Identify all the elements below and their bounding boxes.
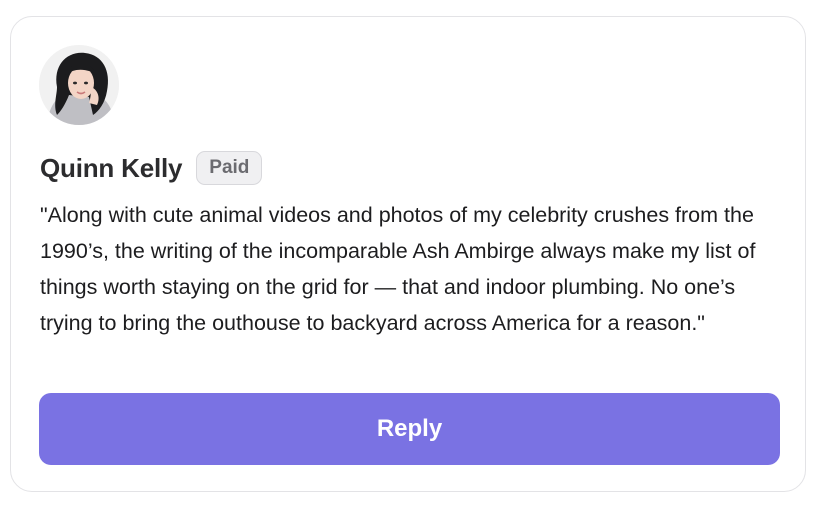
paid-badge: Paid bbox=[196, 151, 263, 185]
author-row: Quinn Kelly Paid bbox=[40, 148, 263, 188]
review-card: Quinn Kelly Paid "Along with cute animal… bbox=[10, 16, 806, 492]
reply-button[interactable]: Reply bbox=[39, 393, 780, 465]
author-name: Quinn Kelly bbox=[40, 152, 183, 183]
review-quote: "Along with cute animal videos and photo… bbox=[40, 203, 756, 335]
avatar-photo bbox=[39, 45, 119, 125]
avatar bbox=[39, 45, 119, 125]
